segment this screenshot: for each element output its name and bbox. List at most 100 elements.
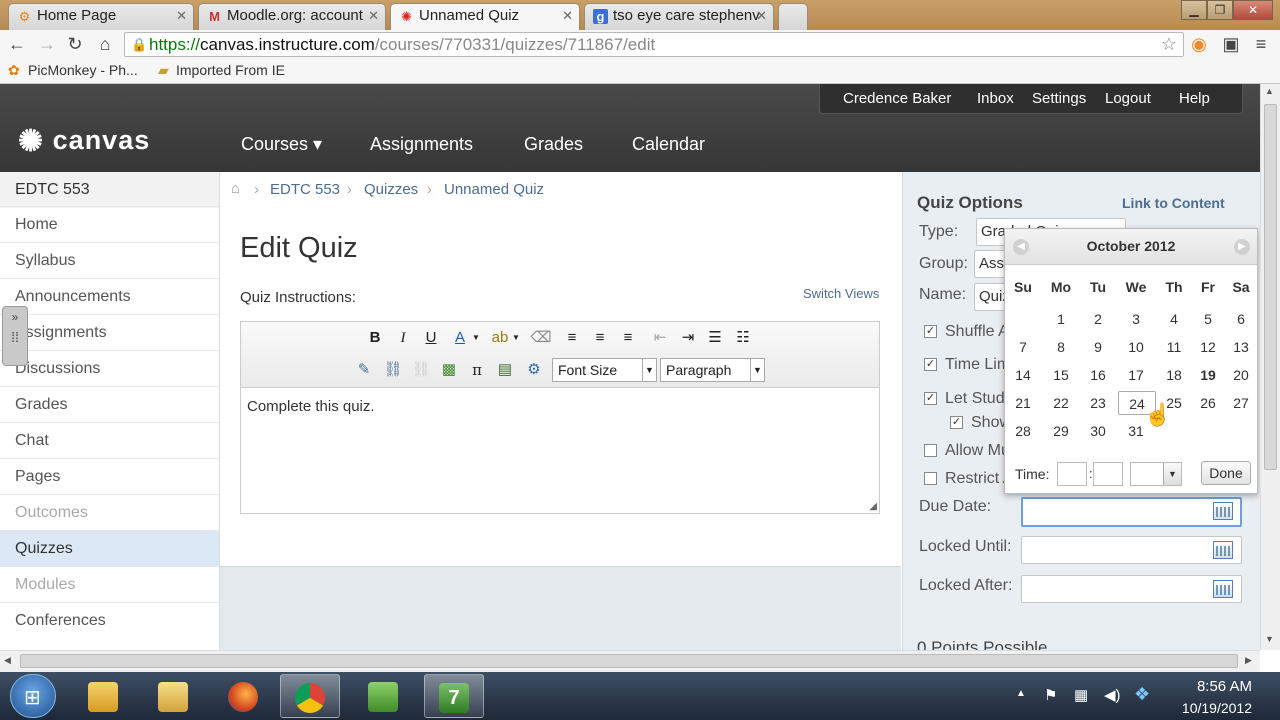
link-to-content[interactable]: Link to Content xyxy=(1122,195,1225,211)
highlight-dropdown-icon[interactable]: ▼ xyxy=(511,327,521,349)
browser-tab-moodle[interactable]: M Moodle.org: account ✕ xyxy=(198,3,386,30)
unlink-icon[interactable]: ⛓ xyxy=(410,359,432,381)
action-center-flag-icon[interactable]: ⚑ xyxy=(1044,686,1057,704)
close-icon[interactable]: ✕ xyxy=(176,4,187,28)
hour-input[interactable] xyxy=(1057,462,1087,486)
rss-icon[interactable]: ◉ xyxy=(1188,33,1210,55)
taskbar-app-explorer[interactable] xyxy=(144,674,204,718)
align-right-icon[interactable]: ≡ xyxy=(617,327,639,349)
paragraph-select[interactable]: Paragraph ▼ xyxy=(660,358,765,382)
math-pi-icon[interactable]: π xyxy=(466,359,488,381)
address-bar[interactable]: 🔒 https://canvas.instructure.com/courses… xyxy=(124,32,1184,57)
calendar-day[interactable]: 1 xyxy=(1044,307,1078,331)
browser-tab-google-search[interactable]: g tso eye care stephenv ✕ xyxy=(584,3,774,30)
italic-icon[interactable]: I xyxy=(392,327,414,349)
image-icon[interactable]: ▩ xyxy=(438,359,460,381)
eraser-icon[interactable]: ⌫ xyxy=(530,327,552,349)
text-color-dropdown-icon[interactable]: ▼ xyxy=(471,327,481,349)
minimize-icon[interactable]: ▁ xyxy=(1181,0,1207,20)
network-icon[interactable]: ▦ xyxy=(1074,686,1088,704)
calendar-icon[interactable] xyxy=(1213,541,1233,559)
calendar-day[interactable]: 11 xyxy=(1157,335,1191,359)
calendar-day[interactable]: 26 xyxy=(1191,391,1225,415)
sidebar-item-announcements[interactable]: Announcements xyxy=(0,278,219,314)
time-limit-checkbox[interactable]: ✓ xyxy=(924,358,937,371)
new-tab-button[interactable] xyxy=(778,3,808,30)
taskbar-app-7zip[interactable]: 7 xyxy=(424,674,484,718)
taskbar-app-chrome[interactable] xyxy=(280,674,340,718)
calendar-day[interactable]: 4 xyxy=(1157,307,1191,331)
canvas-logo[interactable]: ✺ canvas xyxy=(18,124,150,159)
calendar-day[interactable]: 3 xyxy=(1119,307,1153,331)
home-icon[interactable]: ⌂ xyxy=(94,33,116,55)
scroll-up-icon[interactable]: ▲ xyxy=(1265,86,1274,96)
sidebar-item-modules[interactable]: Modules xyxy=(0,566,219,602)
calendar-day[interactable]: 7 xyxy=(1006,335,1040,359)
menu-wrench-icon[interactable]: ≡ xyxy=(1250,33,1272,55)
taskbar-app-outlook[interactable] xyxy=(74,674,134,718)
calendar-day[interactable]: 28 xyxy=(1006,419,1040,443)
numbered-list-icon[interactable]: ☷ xyxy=(732,327,754,349)
locked-after-input[interactable] xyxy=(1021,575,1242,603)
breadcrumb-course[interactable]: EDTC 553 xyxy=(270,181,340,198)
ampm-select[interactable]: ▼ xyxy=(1130,462,1182,486)
allow-multiple-attempts-checkbox[interactable] xyxy=(924,444,937,457)
scroll-right-icon[interactable]: ▶ xyxy=(1245,655,1252,666)
embed-icon[interactable]: ⚙ xyxy=(523,359,545,381)
calendar-day[interactable]: 6 xyxy=(1224,307,1258,331)
underline-icon[interactable]: U xyxy=(420,327,442,349)
restrict-access-checkbox[interactable] xyxy=(924,472,937,485)
calendar-day[interactable]: 5 xyxy=(1191,307,1225,331)
vertical-scroll-thumb[interactable] xyxy=(1264,104,1277,470)
calendar-day[interactable]: 16 xyxy=(1081,363,1115,387)
sidebar-item-assignments[interactable]: Assignments xyxy=(0,314,219,350)
nav-assignments[interactable]: Assignments xyxy=(370,134,473,155)
vertical-scrollbar[interactable]: ▲ ▼ xyxy=(1260,84,1280,650)
taskbar-app-firefox[interactable] xyxy=(214,674,274,718)
align-left-icon[interactable]: ≡ xyxy=(561,327,583,349)
minute-input[interactable] xyxy=(1093,462,1123,486)
calendar-day[interactable]: 27 xyxy=(1224,391,1258,415)
clock-time[interactable]: 8:56 AM xyxy=(1160,678,1252,695)
next-month-icon[interactable]: ▶ xyxy=(1234,239,1250,255)
breadcrumb-quizzes[interactable]: Quizzes xyxy=(364,181,418,198)
link-icon[interactable]: ⛓ xyxy=(382,359,404,381)
back-icon[interactable]: ← xyxy=(6,33,28,55)
calendar-day[interactable]: 15 xyxy=(1044,363,1078,387)
bookmark-picmonkey[interactable]: PicMonkey - Ph... xyxy=(28,58,138,82)
nav-grades[interactable]: Grades xyxy=(524,134,583,155)
font-size-select[interactable]: Font Size ▼ xyxy=(552,358,657,382)
done-button[interactable]: Done xyxy=(1201,461,1251,485)
outdent-icon[interactable]: ⇤ xyxy=(649,327,671,349)
calendar-day[interactable]: 20 xyxy=(1224,363,1258,387)
calendar-day[interactable]: 14 xyxy=(1006,363,1040,387)
settings-link[interactable]: Settings xyxy=(1032,90,1086,107)
calendar-icon[interactable] xyxy=(1213,502,1233,520)
scroll-down-icon[interactable]: ▼ xyxy=(1265,634,1274,644)
logout-link[interactable]: Logout xyxy=(1105,90,1151,107)
sidebar-item-home[interactable]: Home xyxy=(0,206,219,242)
volume-icon[interactable]: ◀) xyxy=(1104,686,1121,704)
sidebar-item-discussions[interactable]: Discussions xyxy=(0,350,219,386)
due-date-input[interactable] xyxy=(1021,497,1242,527)
browser-tab-unnamed-quiz[interactable]: ✺ Unnamed Quiz ✕ xyxy=(390,3,580,30)
calendar-day[interactable]: 18 xyxy=(1157,363,1191,387)
sidebar-item-conferences[interactable]: Conferences xyxy=(0,602,219,638)
browser-tab-home-page[interactable]: ⚙ Home Page ✕ xyxy=(8,3,194,30)
indent-icon[interactable]: ⇥ xyxy=(677,327,699,349)
taskbar-app-evernote[interactable] xyxy=(354,674,414,718)
window-close-icon[interactable]: ✕ xyxy=(1233,0,1273,20)
sidebar-item-pages[interactable]: Pages xyxy=(0,458,219,494)
calendar-day[interactable]: 23 xyxy=(1081,391,1115,415)
calendar-day[interactable]: 21 xyxy=(1006,391,1040,415)
calendar-day[interactable]: 17 xyxy=(1119,363,1153,387)
show-correct-answers-checkbox[interactable]: ✓ xyxy=(950,416,963,429)
clock-date[interactable]: 10/19/2012 xyxy=(1160,700,1252,716)
bullet-list-icon[interactable]: ☰ xyxy=(704,327,726,349)
sidebar-item-syllabus[interactable]: Syllabus xyxy=(0,242,219,278)
sidebar-item-outcomes[interactable]: Outcomes xyxy=(0,494,219,530)
calendar-day[interactable]: 8 xyxy=(1044,335,1078,359)
editor-body-text[interactable]: Complete this quiz. xyxy=(247,398,375,415)
nav-calendar[interactable]: Calendar xyxy=(632,134,705,155)
highlight-icon[interactable]: ab xyxy=(489,327,511,349)
